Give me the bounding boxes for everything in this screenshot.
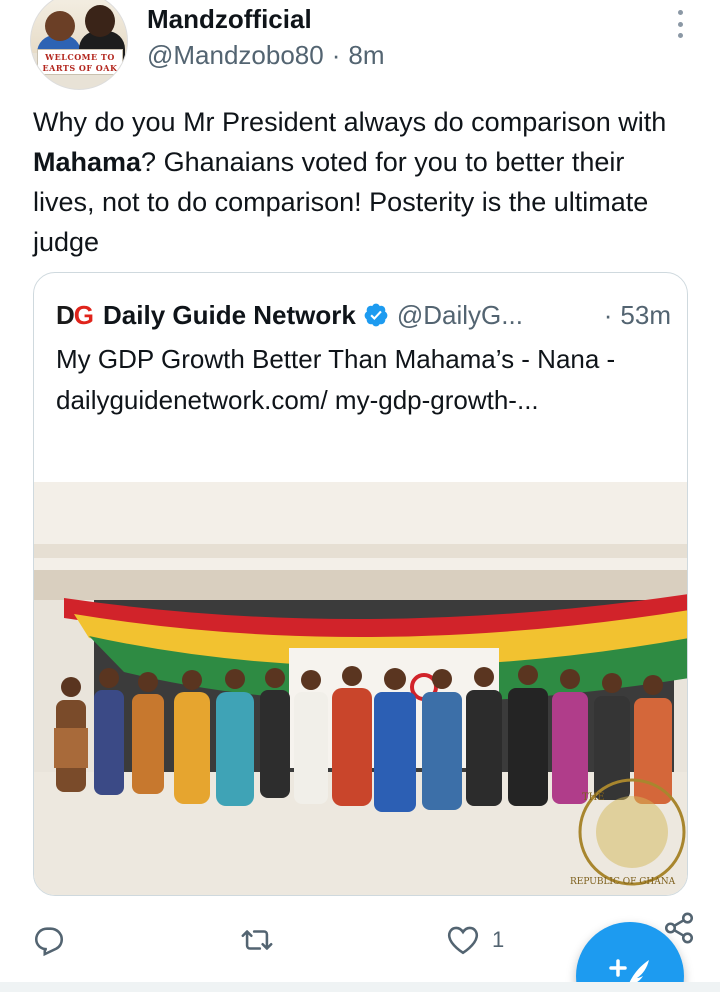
daily-guide-logo: DG xyxy=(56,299,94,331)
reply-button[interactable] xyxy=(32,916,66,964)
avatar-person-right-head xyxy=(85,5,115,37)
more-options-icon[interactable] xyxy=(668,8,692,40)
quoted-separator: · xyxy=(603,299,613,330)
tweet-text-bold: Mahama xyxy=(33,147,142,177)
logo-letter-d: D xyxy=(56,299,75,330)
logo-letter-g: G xyxy=(73,299,94,330)
author-handle[interactable]: @Mandzobo80 xyxy=(147,40,324,71)
author-display-name[interactable]: Mandzofficial xyxy=(147,4,312,35)
reply-icon xyxy=(34,927,64,957)
quoted-display-name: Daily Guide Network xyxy=(103,299,356,330)
quoted-tweet-header: DG Daily Guide Network @DailyG... xyxy=(56,295,523,335)
like-count: 1 xyxy=(492,927,505,952)
quoted-handle: @DailyG... xyxy=(396,299,523,330)
avatar-banner-line1: WELCOME TO xyxy=(45,52,115,62)
author-name-row: Mandzofficial xyxy=(147,0,312,38)
author-handle-row: @Mandzobo80 · 8m xyxy=(147,38,385,72)
retweet-button[interactable] xyxy=(240,916,274,964)
like-button[interactable]: 1 xyxy=(446,916,504,964)
bottom-navigation-edge xyxy=(0,982,720,992)
seal-text: REPUBLIC OF GHANA xyxy=(570,877,676,887)
verified-badge-icon xyxy=(364,303,388,327)
retweet-icon xyxy=(241,930,273,950)
quoted-tweet-text: My GDP Growth Better Than Mahama’s - Nan… xyxy=(56,344,616,415)
tweet-timestamp[interactable]: 8m xyxy=(348,40,384,71)
heart-icon xyxy=(447,926,479,955)
quoted-timestamp: 53m xyxy=(620,299,671,330)
handle-separator: · xyxy=(331,39,341,70)
quoted-tweet-photo[interactable]: THE REPUBLIC OF GHANA xyxy=(34,482,687,895)
quoted-timestamp-row: · 53m xyxy=(604,295,671,335)
avatar-person-left-head xyxy=(45,11,75,41)
avatar-banner: WELCOME TO EARTS OF OAK xyxy=(37,49,123,75)
tweet[interactable]: WELCOME TO EARTS OF OAK Mandzofficial @M… xyxy=(0,0,720,992)
group-photo-illustration: THE REPUBLIC OF GHANA xyxy=(34,482,687,895)
author-avatar[interactable]: WELCOME TO EARTS OF OAK xyxy=(30,0,128,90)
tweet-text-part1: Why do you Mr President always do compar… xyxy=(33,107,667,137)
tweet-text: Why do you Mr President always do compar… xyxy=(33,102,693,262)
seal-arc-text: THE xyxy=(582,792,605,803)
quoted-tweet-card[interactable]: DG Daily Guide Network @DailyG... · 53m … xyxy=(33,272,688,896)
avatar-banner-line2: EARTS OF OAK xyxy=(42,63,118,73)
